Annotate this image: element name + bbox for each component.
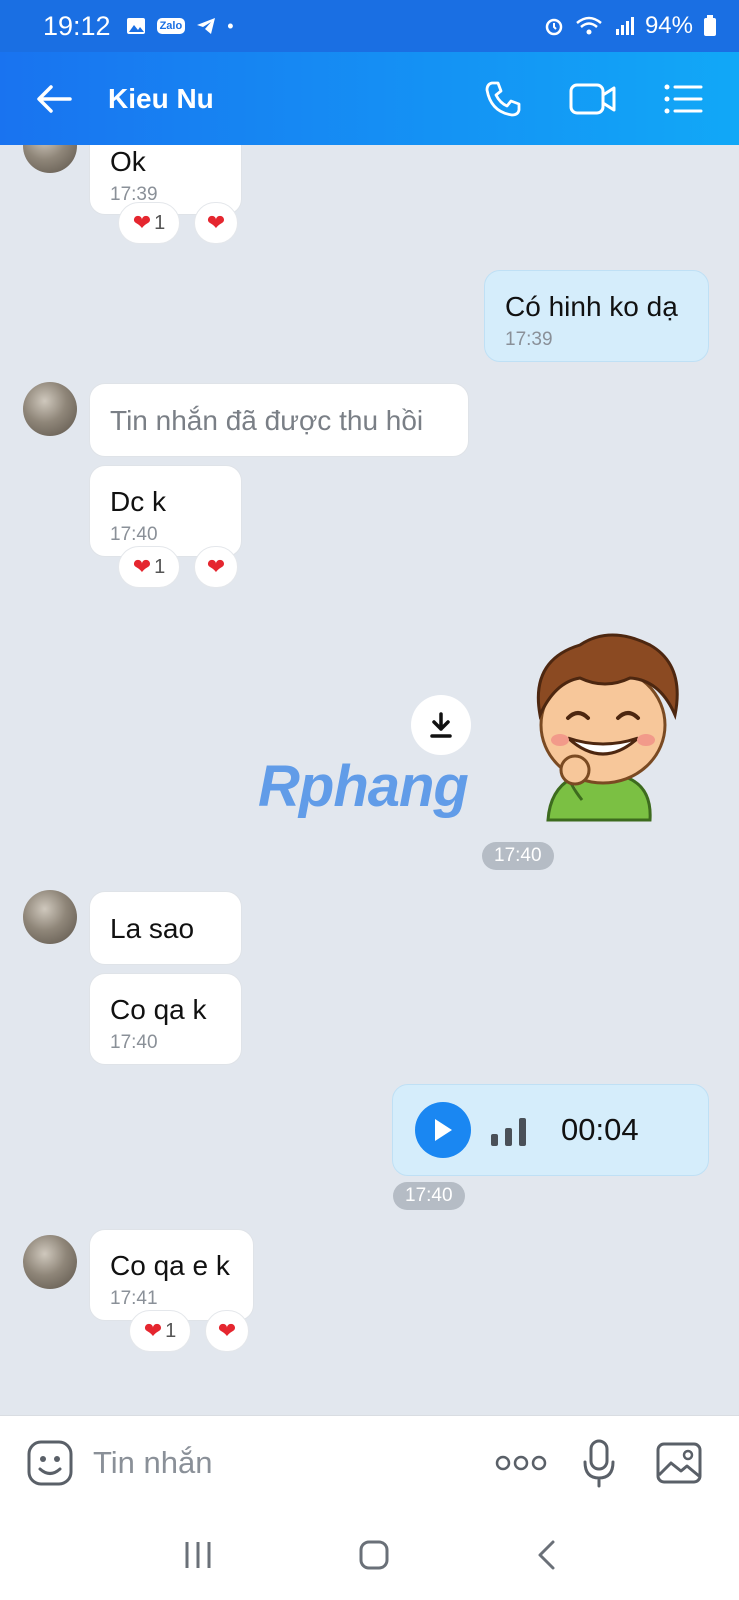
home-icon[interactable] — [358, 1539, 390, 1571]
system-nav-bar — [0, 1510, 739, 1600]
contact-avatar[interactable] — [23, 890, 77, 944]
recalled-message[interactable]: Tin nhắn đã được thu hồi — [89, 383, 469, 457]
react-button[interactable]: ❤ — [194, 546, 238, 588]
message-text: La sao — [110, 913, 195, 944]
play-icon — [435, 1119, 452, 1141]
heart-icon: ❤ — [143, 1318, 163, 1343]
zalo-notification-icon: Zalo — [156, 18, 186, 34]
watermark-text: Rphang — [258, 754, 469, 819]
download-icon — [430, 712, 452, 738]
heart-icon: ❤ — [132, 210, 152, 235]
incoming-message[interactable]: Co qa k 17:40 — [89, 973, 242, 1065]
heart-icon: ❤ — [206, 210, 226, 235]
arrow-left-icon — [37, 84, 72, 113]
list-menu-icon — [664, 84, 703, 113]
heart-icon: ❤ — [217, 1318, 237, 1343]
contact-name[interactable]: Kieu Nu — [108, 83, 214, 115]
back-button[interactable] — [22, 67, 86, 131]
message-list[interactable]: Ok 17:39 ❤ 1 ❤ Có hinh ko dạ 17:39 Tin nh… — [0, 145, 739, 1415]
audio-waveform-icon — [491, 1118, 526, 1146]
reaction-count: 1 — [154, 211, 166, 234]
voice-call-button[interactable] — [473, 69, 533, 129]
reaction-count: 1 — [154, 555, 166, 578]
status-bar: 19:12 Zalo • 94% — [0, 0, 739, 52]
more-options-button[interactable] — [493, 1435, 549, 1491]
wifi-icon — [576, 16, 602, 35]
contact-avatar[interactable] — [23, 145, 77, 173]
reaction-count: 1 — [165, 1319, 177, 1342]
message-time: 17:39 — [505, 329, 553, 350]
voice-message[interactable]: 00:04 — [392, 1084, 709, 1176]
play-voice-button[interactable] — [415, 1102, 471, 1158]
heart-icon: ❤ — [206, 554, 226, 579]
message-time: 17:40 — [110, 1032, 158, 1053]
reaction-summary[interactable]: ❤ 1 — [129, 1310, 191, 1352]
microphone-icon — [583, 1439, 615, 1488]
chat-options-button[interactable] — [653, 69, 713, 129]
contact-avatar[interactable] — [23, 1235, 77, 1289]
react-button[interactable]: ❤ — [194, 202, 238, 244]
recent-apps-icon[interactable] — [182, 1540, 214, 1570]
battery-level: 94% — [644, 12, 693, 39]
phone-icon — [485, 81, 521, 116]
message-input[interactable] — [93, 1445, 453, 1481]
outgoing-message[interactable]: Có hinh ko dạ 17:39 — [484, 270, 709, 362]
signal-icon — [615, 17, 634, 35]
message-text: Co qa k — [110, 994, 207, 1025]
message-text: Ok — [110, 146, 146, 177]
telegram-notification-icon — [197, 18, 216, 34]
download-sticker-button[interactable] — [411, 695, 471, 755]
nav-back-icon[interactable] — [535, 1539, 557, 1571]
message-text: Dc k — [110, 486, 166, 517]
reaction-summary[interactable]: ❤ 1 — [118, 202, 180, 244]
image-gallery-icon — [656, 1442, 702, 1484]
video-camera-icon — [569, 83, 616, 114]
message-time: 17:40 — [110, 524, 158, 545]
message-text: Co qa e k — [110, 1250, 230, 1281]
send-photo-button[interactable] — [651, 1435, 707, 1491]
contact-avatar[interactable] — [23, 382, 77, 436]
alarm-icon — [545, 18, 563, 36]
chat-header: Kieu Nu — [0, 52, 739, 145]
message-time: 17:40 — [393, 1182, 465, 1210]
reaction-summary[interactable]: ❤ 1 — [118, 546, 180, 588]
sticker-image[interactable] — [510, 620, 696, 830]
heart-icon: ❤ — [132, 554, 152, 579]
recalled-message-text: Tin nhắn đã được thu hồi — [110, 405, 424, 436]
incoming-message[interactable]: Dc k 17:40 — [89, 465, 242, 557]
battery-icon — [704, 15, 716, 36]
composer-bar — [0, 1415, 739, 1510]
more-dots-icon — [495, 1455, 547, 1471]
incoming-message[interactable]: La sao — [89, 891, 242, 965]
sticker-emoji-button[interactable] — [25, 1438, 75, 1488]
message-time: 17:41 — [110, 1288, 158, 1309]
more-notifications-dot-icon: • — [227, 15, 234, 36]
gallery-notification-icon — [126, 18, 145, 34]
incoming-message[interactable]: Co qa e k 17:41 — [89, 1229, 254, 1321]
message-time: 17:40 — [482, 842, 554, 870]
status-time: 19:12 — [43, 10, 111, 41]
message-text: Có hinh ko dạ — [505, 291, 678, 322]
video-call-button[interactable] — [563, 69, 623, 129]
voice-duration: 00:04 — [561, 1112, 639, 1147]
react-button[interactable]: ❤ — [205, 1310, 249, 1352]
voice-record-button[interactable] — [571, 1435, 627, 1491]
